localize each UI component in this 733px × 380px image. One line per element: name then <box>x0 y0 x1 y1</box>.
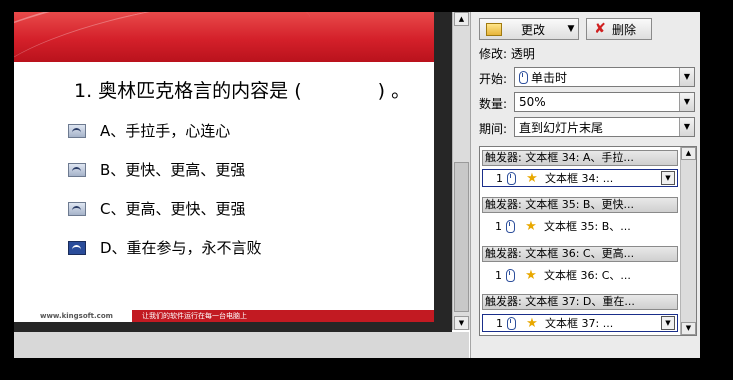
animation-target: 文本框 34: ... <box>545 172 614 185</box>
trigger-header[interactable]: 触发器: 文本框 35: B、更快... <box>482 197 678 213</box>
option-button-icon[interactable] <box>68 201 86 216</box>
option-b-label[interactable]: B、更快、更高、更强 <box>100 159 245 180</box>
scroll-thumb[interactable] <box>454 162 469 312</box>
period-label: 期间: <box>479 122 508 136</box>
slide-footer: www.kingsoft.com 让我们的软件运行在每一台电脑上 <box>14 310 434 322</box>
app-window: 1. 奥林匹克格言的内容是 ( ) 。 A、手拉手，心连心 B、更快、更高、更强… <box>14 12 700 358</box>
animation-item[interactable]: 1 ★ 文本框 35: B、... <box>482 217 678 235</box>
chevron-down-icon[interactable]: ▼ <box>661 171 675 185</box>
slide-header-banner <box>14 12 434 62</box>
trigger-header[interactable]: 触发器: 文本框 36: C、更高... <box>482 246 678 262</box>
effect-icon <box>486 22 502 36</box>
option-d-label[interactable]: D、重在参与，永不言败 <box>100 237 262 258</box>
option-a[interactable]: A、手拉手，心连心 <box>68 120 230 141</box>
custom-animation-pane: 更改 ▼ ✘ 删除 修改: 透明 开始: 单击时 ▼ 数量: 50% ▼ 期间:… <box>470 12 700 358</box>
star-effect-icon: ★ <box>525 267 537 283</box>
star-effect-icon: ★ <box>526 315 538 331</box>
delete-button-label: 删除 <box>612 22 637 37</box>
start-label: 开始: <box>479 72 508 86</box>
start-value: 单击时 <box>531 70 568 85</box>
mouse-click-icon <box>507 316 516 330</box>
option-c[interactable]: C、更高、更快、更强 <box>68 198 245 219</box>
chevron-down-icon[interactable]: ▼ <box>564 24 578 34</box>
trigger-header[interactable]: 触发器: 文本框 37: D、重在... <box>482 294 678 310</box>
option-a-label[interactable]: A、手拉手，心连心 <box>100 120 230 141</box>
mouse-click-icon <box>507 171 516 185</box>
chevron-down-icon[interactable]: ▼ <box>679 93 694 111</box>
editor-bottom-area <box>14 332 469 358</box>
footer-slogan: 让我们的软件运行在每一台电脑上 <box>142 312 247 320</box>
amount-value: 50% <box>519 95 546 109</box>
option-c-label[interactable]: C、更高、更快、更强 <box>100 198 245 219</box>
trigger-header[interactable]: 触发器: 文本框 34: A、手拉... <box>482 150 678 166</box>
option-b[interactable]: B、更快、更高、更强 <box>68 159 245 180</box>
slide-shadow <box>14 322 452 332</box>
animation-order: 1 <box>496 316 503 330</box>
scroll-up-icon[interactable]: ▲ <box>681 147 696 160</box>
modify-label: 修改: 透明 <box>479 47 535 61</box>
slide-canvas[interactable]: 1. 奥林匹克格言的内容是 ( ) 。 A、手拉手，心连心 B、更快、更高、更强… <box>14 12 434 322</box>
mouse-click-icon <box>519 70 528 84</box>
question-text[interactable]: 1. 奥林匹克格言的内容是 ( ) 。 <box>74 76 410 103</box>
editor-vertical-scrollbar[interactable]: ▲ ▼ <box>452 12 470 330</box>
delete-effect-button[interactable]: ✘ 删除 <box>586 18 652 40</box>
delete-x-icon: ✘ <box>594 21 606 37</box>
slide-shadow <box>434 12 452 332</box>
option-d[interactable]: D、重在参与，永不言败 <box>68 237 262 258</box>
chevron-down-icon[interactable]: ▼ <box>679 68 694 86</box>
animation-list-scrollbar[interactable]: ▲ ▼ <box>680 147 696 335</box>
option-button-icon[interactable] <box>68 123 86 138</box>
animation-order: 1 <box>496 171 503 185</box>
animation-target: 文本框 35: B、... <box>544 220 631 233</box>
amount-label: 数量: <box>479 97 508 111</box>
option-button-icon[interactable] <box>68 240 86 255</box>
scroll-down-icon[interactable]: ▼ <box>454 316 469 330</box>
change-button-label: 更改 <box>520 22 545 37</box>
period-select[interactable]: 直到幻灯片末尾 ▼ <box>514 117 695 137</box>
scroll-down-icon[interactable]: ▼ <box>681 322 696 335</box>
animation-target: 文本框 36: C、... <box>544 269 631 282</box>
chevron-down-icon[interactable]: ▼ <box>679 118 694 136</box>
period-value: 直到幻灯片末尾 <box>519 120 604 135</box>
star-effect-icon: ★ <box>525 218 537 234</box>
animation-item[interactable]: 1 ★ 文本框 36: C、... <box>482 266 678 284</box>
chevron-down-icon[interactable]: ▼ <box>661 316 675 330</box>
option-button-icon[interactable] <box>68 162 86 177</box>
animation-order: 1 <box>495 268 502 282</box>
animation-order: 1 <box>495 219 502 233</box>
animation-list[interactable]: 触发器: 文本框 34: A、手拉... 1 ★ 文本框 34: ... ▼ 触… <box>479 146 697 336</box>
animation-item[interactable]: 1 ★ 文本框 37: ... ▼ <box>482 314 678 332</box>
mouse-click-icon <box>506 268 515 282</box>
animation-item[interactable]: 1 ★ 文本框 34: ... ▼ <box>482 169 678 187</box>
animation-target: 文本框 37: ... <box>545 317 614 330</box>
start-select[interactable]: 单击时 ▼ <box>514 67 695 87</box>
mouse-click-icon <box>506 219 515 233</box>
amount-select[interactable]: 50% ▼ <box>514 92 695 112</box>
star-effect-icon: ★ <box>526 170 538 186</box>
footer-url: www.kingsoft.com <box>14 310 132 322</box>
scroll-up-icon[interactable]: ▲ <box>454 12 469 26</box>
change-effect-button[interactable]: 更改 ▼ <box>479 18 579 40</box>
